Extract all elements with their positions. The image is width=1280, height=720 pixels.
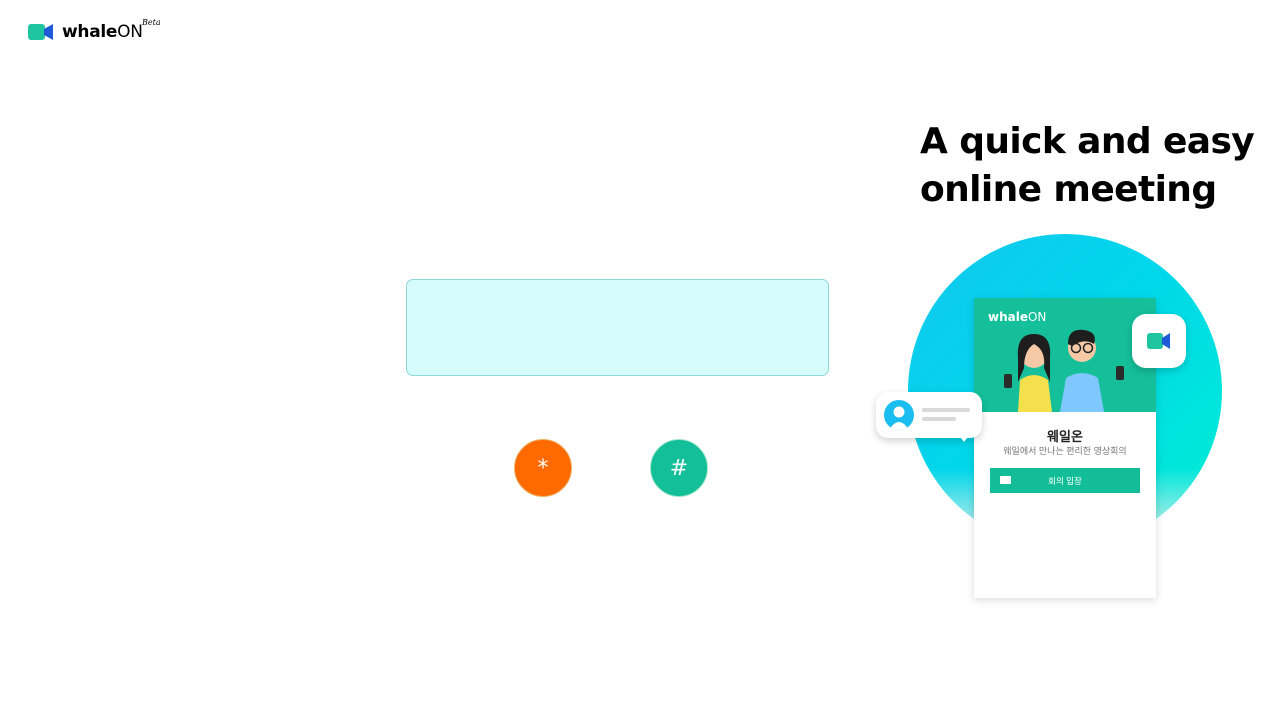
video-camera-icon [1147,333,1170,349]
headline-line-1: A quick and easy [920,121,1255,162]
video-camera-icon [28,23,54,41]
hash-key-label: # [669,455,689,481]
phone-app-title: 웨일온 [1047,429,1083,444]
star-key-button[interactable]: * [514,439,572,497]
hash-key-button[interactable]: # [650,439,708,497]
headline-line-2: online meeting [920,169,1217,210]
phone-join-button: 회의 입장 [990,468,1140,493]
video-icon [1000,476,1011,484]
beta-label: Beta [142,18,161,27]
meeting-code-display[interactable] [406,279,829,376]
star-key-label: * [537,455,549,481]
chat-line [922,417,956,421]
chat-bubble-tail [958,434,970,442]
user-avatar-icon [884,400,914,430]
hero-headline: A quick and easy online meeting [920,118,1260,214]
hero-illustration: whaleON 웨일온 웨일에서 만나는 편리한 영상회의 회의 입장 [870,232,1230,598]
chat-line [922,408,970,412]
chat-bubble [876,392,982,442]
people-illustration [1004,329,1124,412]
phone-join-label: 회의 입장 [1048,475,1082,486]
camera-bubble [1132,314,1186,368]
phone-app-subtitle: 웨일에서 만나는 편리한 영상회의 [1003,446,1127,456]
logo-wordmark: whale ON [62,22,143,42]
logo-text-bold: whale [62,22,118,42]
phone-banner: whaleON [974,298,1156,412]
whaleon-logo[interactable]: whale ON Beta [28,18,161,46]
phone-mockup: whaleON 웨일온 웨일에서 만나는 편리한 영상회의 회의 입장 [974,298,1156,598]
logo-text-regular: ON [117,22,143,42]
